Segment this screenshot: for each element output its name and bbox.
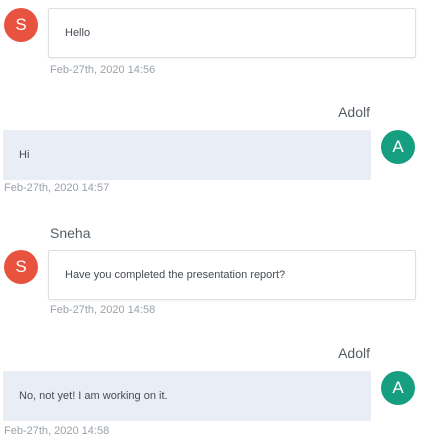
message-bubble-incoming: Hello bbox=[48, 8, 416, 58]
message-bubble-incoming: Have you completed the presentation repo… bbox=[48, 250, 416, 300]
message-text: Hi bbox=[19, 149, 30, 161]
message-timestamp: Feb-27th, 2020 14:56 bbox=[50, 64, 156, 76]
message-bubble-outgoing: Hi bbox=[3, 130, 371, 180]
avatar-initial: S bbox=[15, 257, 27, 276]
avatar[interactable]: S bbox=[4, 250, 38, 284]
message-timestamp: Feb-27th, 2020 14:58 bbox=[4, 425, 110, 437]
chat-thread: S Hello Feb-27th, 2020 14:56 Adolf A Hi … bbox=[0, 0, 424, 443]
message-bubble-outgoing: No, not yet! I am working on it. bbox=[3, 371, 371, 421]
message-timestamp: Feb-27th, 2020 14:58 bbox=[50, 304, 156, 316]
sender-name: Sneha bbox=[50, 225, 91, 241]
avatar[interactable]: S bbox=[4, 8, 38, 42]
sender-name: Adolf bbox=[338, 104, 370, 120]
message-text: Have you completed the presentation repo… bbox=[65, 269, 286, 281]
sender-name: Adolf bbox=[338, 345, 370, 361]
message-timestamp: Feb-27th, 2020 14:57 bbox=[4, 182, 110, 194]
message-text: No, not yet! I am working on it. bbox=[19, 390, 168, 402]
avatar-initial: S bbox=[15, 15, 27, 34]
avatar-initial: A bbox=[392, 137, 404, 156]
avatar[interactable]: A bbox=[381, 130, 415, 164]
avatar-initial: A bbox=[392, 378, 404, 397]
message-text: Hello bbox=[65, 27, 91, 39]
avatar[interactable]: A bbox=[381, 371, 415, 405]
